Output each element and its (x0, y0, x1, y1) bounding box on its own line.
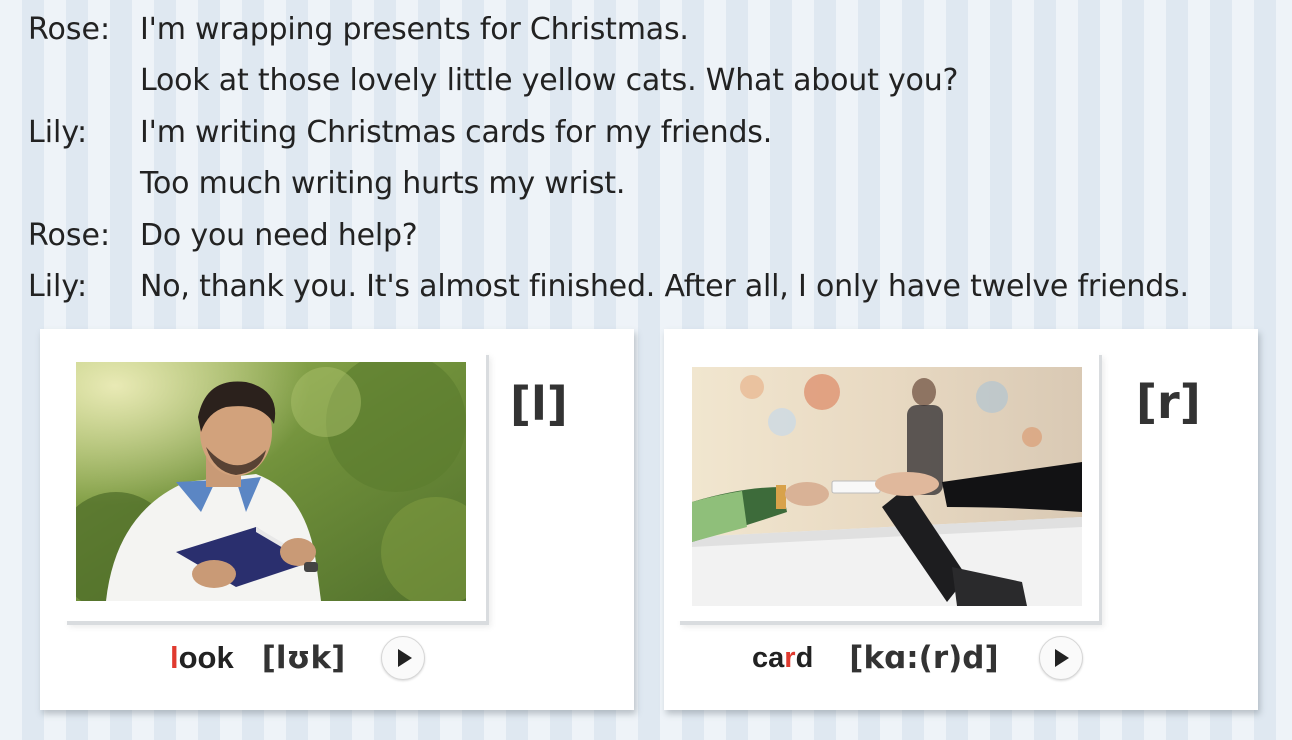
word-suffix: ook (178, 640, 234, 675)
photo-frame (677, 351, 1099, 621)
dialogue-line: Look at those lovely little yellow cats.… (28, 56, 1278, 108)
speaker-label: Rose: (28, 217, 111, 253)
speaker-label: Lily: (28, 269, 88, 305)
word-highlight-letter: r (784, 641, 796, 674)
dialogue-text: Too much writing hurts my wrist. (140, 166, 626, 202)
dialogue-text: I'm writing Christmas cards for my frien… (140, 114, 773, 150)
phonetic-transcription: [kɑ:(r)d] (849, 640, 999, 676)
play-icon (397, 649, 412, 667)
dialogue-line: Rose: Do you need help? (28, 210, 1278, 262)
ipa-symbol: [l] (510, 377, 568, 431)
card-handover-photo (692, 367, 1082, 606)
vocab-word: card (752, 642, 813, 675)
word-highlight-letter: l (170, 640, 179, 675)
speaker-label: Rose: (28, 11, 111, 47)
dialogue-line: Too much writing hurts my wrist. (28, 159, 1278, 211)
phonics-card-r: [r] card [kɑ:(r)d] (664, 329, 1258, 710)
word-prefix: ca (752, 641, 785, 674)
dialogue-text: Look at those lovely little yellow cats.… (140, 63, 959, 99)
play-icon (1055, 649, 1070, 667)
dialogue-text: No, thank you. It's almost finished. Aft… (140, 269, 1189, 305)
word-row: look [lʊk] (170, 630, 426, 686)
word-suffix: d (795, 641, 814, 674)
play-audio-button[interactable] (381, 636, 426, 680)
dialogue-text: Do you need help? (140, 217, 418, 253)
dialogue: Rose: I'm wrapping presents for Christma… (28, 4, 1278, 313)
phonics-card-l: [l] look [lʊk] (40, 329, 634, 710)
photo-frame (64, 351, 486, 621)
speaker-label: Lily: (28, 114, 88, 150)
play-audio-button[interactable] (1038, 636, 1083, 680)
man-reading-book-photo (76, 362, 466, 601)
phonetic-transcription: [lʊk] (261, 640, 346, 676)
dialogue-line: Lily: No, thank you. It's almost finishe… (28, 262, 1278, 314)
dialogue-line: Lily: I'm writing Christmas cards for my… (28, 107, 1278, 159)
word-row: card [kɑ:(r)d] (752, 630, 1083, 686)
dialogue-line: Rose: I'm wrapping presents for Christma… (28, 4, 1278, 56)
vocab-word: look (170, 640, 234, 676)
ipa-symbol: [r] (1136, 375, 1201, 429)
dialogue-text: I'm wrapping presents for Christmas. (140, 11, 689, 47)
